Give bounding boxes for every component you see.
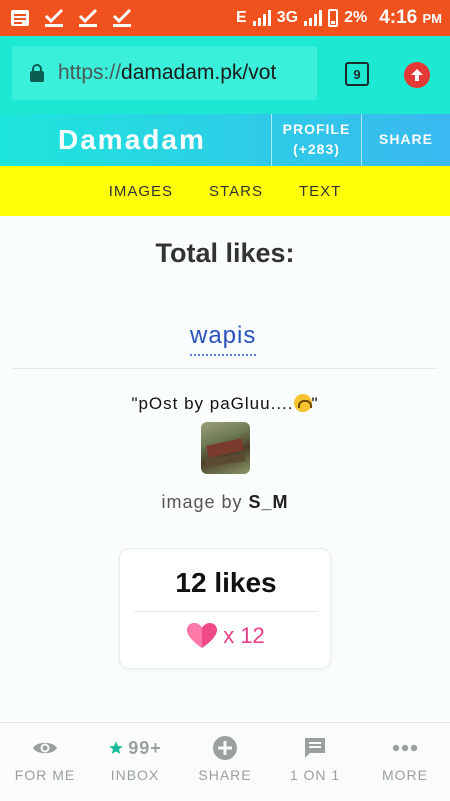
clock-ampm: PM bbox=[422, 11, 443, 26]
image-by-user[interactable]: S_M bbox=[249, 492, 289, 512]
divider bbox=[12, 368, 438, 369]
page-title: Total likes: bbox=[155, 238, 295, 268]
browser-toolbar: https://damadam.pk/vot 9 bbox=[0, 36, 450, 114]
profile-label: PROFILE bbox=[282, 121, 351, 138]
likes-card: 12 likes x 12 bbox=[119, 548, 331, 669]
more-dots-icon bbox=[392, 735, 418, 761]
bottom-nav-label: FOR ME bbox=[14, 767, 76, 783]
check-notification-icon bbox=[42, 8, 66, 28]
bottom-nav-inbox[interactable]: 99+ INBOX bbox=[90, 723, 180, 801]
main-content: Total likes: wapis "pOst by paGluu.... " … bbox=[0, 216, 450, 722]
section-nav: IMAGES STARS TEXT bbox=[0, 166, 450, 216]
signal-icon bbox=[252, 10, 271, 26]
bottom-nav-label: 1 ON 1 bbox=[289, 767, 341, 783]
share-label: SHARE bbox=[378, 131, 433, 148]
bottom-nav-label: INBOX bbox=[110, 767, 160, 783]
network-type: E bbox=[236, 9, 247, 26]
url-field[interactable]: https://damadam.pk/vot bbox=[12, 46, 317, 100]
caption-quote: " bbox=[311, 394, 319, 413]
signal-icon bbox=[304, 10, 323, 26]
bottom-nav-label: SHARE bbox=[198, 767, 252, 783]
share-button[interactable]: SHARE bbox=[361, 114, 450, 166]
upload-icon[interactable] bbox=[404, 62, 430, 88]
site-logo[interactable]: Damadam bbox=[0, 114, 271, 166]
battery-icon bbox=[328, 9, 339, 27]
caption-text: "pOst by paGluu.... bbox=[131, 394, 294, 413]
tab-switcher-button[interactable]: 9 bbox=[345, 62, 369, 86]
eye-icon bbox=[32, 735, 58, 761]
post-caption: "pOst by paGluu.... " bbox=[0, 394, 450, 414]
bottom-nav-for-me[interactable]: FOR ME bbox=[0, 723, 90, 801]
back-link[interactable]: wapis bbox=[190, 322, 257, 356]
heart-icon bbox=[187, 623, 218, 649]
likes-multiplier: x 12 bbox=[223, 623, 265, 648]
nav-item-text[interactable]: TEXT bbox=[299, 183, 341, 200]
message-notification-icon bbox=[8, 8, 32, 28]
image-by-prefix: image by bbox=[161, 492, 249, 512]
nav-item-stars[interactable]: STARS bbox=[209, 183, 263, 200]
star-icon bbox=[109, 741, 123, 754]
bottom-nav-label: MORE bbox=[382, 767, 428, 783]
battery-level: 2% bbox=[344, 9, 368, 26]
bottom-nav-more[interactable]: MORE bbox=[360, 723, 450, 801]
profile-count: (+283) bbox=[293, 141, 340, 157]
clock: 4:16 PM bbox=[379, 7, 442, 29]
bottom-nav-share[interactable]: SHARE bbox=[180, 723, 270, 801]
upside-down-face-icon bbox=[293, 394, 312, 412]
likes-breakdown: x 12 bbox=[120, 623, 332, 649]
bottom-nav: FOR ME 99+ INBOX SHARE 1 ON 1 MORE bbox=[0, 722, 450, 801]
profile-button[interactable]: PROFILE (+283) bbox=[271, 114, 361, 166]
network-type-2: 3G bbox=[276, 9, 299, 26]
chat-icon bbox=[303, 735, 327, 761]
inbox-badge: 99+ bbox=[128, 737, 162, 758]
bottom-nav-1on1[interactable]: 1 ON 1 bbox=[270, 723, 360, 801]
plus-circle-icon bbox=[213, 735, 237, 761]
post-thumbnail[interactable] bbox=[201, 422, 250, 474]
check-notification-icon bbox=[110, 8, 134, 28]
check-notification-icon bbox=[76, 8, 100, 28]
url-host: damadam.pk/vot bbox=[121, 61, 277, 84]
url-scheme: https:// bbox=[58, 61, 122, 84]
clock-time: 4:16 bbox=[379, 7, 418, 28]
lock-icon bbox=[30, 64, 44, 82]
divider bbox=[134, 611, 318, 612]
status-bar: E 3G 2% 4:16 PM bbox=[0, 0, 450, 36]
likes-count: 12 likes bbox=[175, 567, 277, 598]
nav-item-images[interactable]: IMAGES bbox=[109, 183, 173, 200]
site-header: Damadam PROFILE (+283) SHARE bbox=[0, 114, 450, 166]
image-credit: image by S_M bbox=[0, 492, 450, 513]
